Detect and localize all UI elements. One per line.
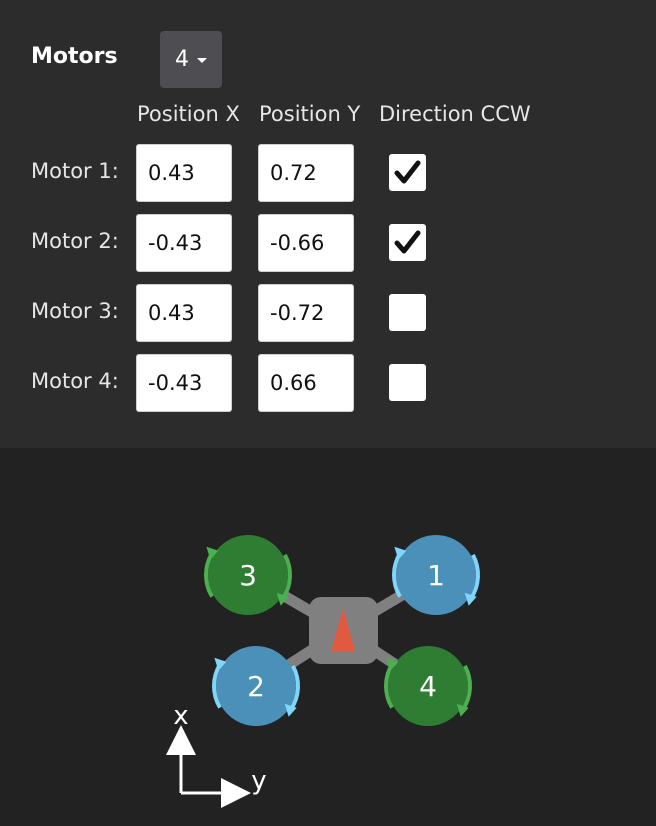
header-position-x: Position X [137, 102, 240, 126]
axis-y-label: y [251, 766, 266, 796]
motor-3-position-x[interactable] [136, 284, 232, 342]
motor-config-panel: Motors 4 Position X Position Y Direction… [0, 0, 656, 448]
motor-3-label: Motor 3: [31, 299, 119, 323]
motor-4-label: Motor 4: [31, 369, 119, 393]
header-position-y: Position Y [259, 102, 361, 126]
motor-layout-diagram-area: 1 2 3 4 x y [0, 448, 656, 826]
motor-3-number: 3 [239, 559, 257, 592]
checkmark-icon [394, 230, 421, 254]
header-direction-ccw: Direction CCW [379, 102, 531, 126]
motor-2-position-y[interactable] [258, 214, 354, 272]
motor-4-ccw-checkbox[interactable] [389, 364, 426, 401]
motor-4-position-y[interactable] [258, 354, 354, 412]
motor-count-value: 4 [175, 47, 189, 72]
motor-layout-diagram: 1 2 3 4 x y [166, 535, 480, 808]
motor-1-position-x[interactable] [136, 144, 232, 202]
axis-x-label: x [173, 701, 188, 731]
motor-4-number: 4 [419, 670, 437, 703]
motor-1-ccw-checkbox[interactable] [389, 154, 426, 191]
motor-4-position-x[interactable] [136, 354, 232, 412]
motor-2-label: Motor 2: [31, 229, 119, 253]
motor-4-icon: 4 [384, 646, 472, 726]
motor-2-ccw-checkbox[interactable] [389, 224, 426, 261]
motor-2-number: 2 [247, 670, 265, 703]
motor-3-position-y[interactable] [258, 284, 354, 342]
motor-count-dropdown[interactable]: 4 [160, 31, 222, 88]
motor-1-icon: 1 [392, 535, 480, 615]
motor-2-icon: 2 [212, 646, 300, 726]
caret-down-icon [197, 58, 207, 63]
motor-1-position-y[interactable] [258, 144, 354, 202]
motors-label: Motors [31, 44, 118, 69]
checkmark-icon [394, 160, 421, 184]
motor-3-ccw-checkbox[interactable] [389, 294, 426, 331]
motor-1-label: Motor 1: [31, 159, 119, 183]
motor-2-position-x[interactable] [136, 214, 232, 272]
motor-1-number: 1 [427, 559, 445, 592]
motor-3-icon: 3 [204, 535, 292, 615]
